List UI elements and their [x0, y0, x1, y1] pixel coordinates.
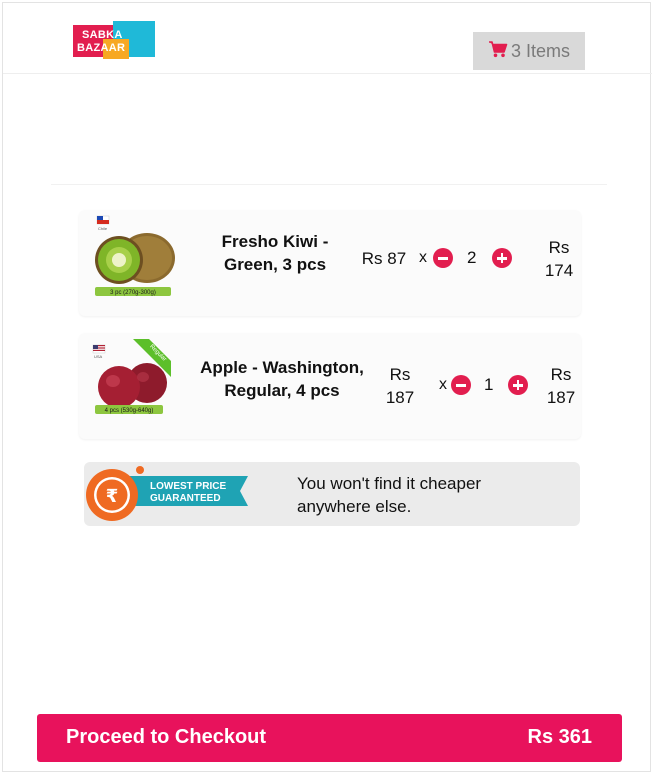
- apple-product-image: USA Regular 4 pcs (530g-640g): [87, 337, 179, 425]
- cart-button[interactable]: 3 Items: [473, 32, 585, 70]
- svg-text:3 pc (270g-300g): 3 pc (270g-300g): [110, 290, 156, 296]
- decrease-quantity-button[interactable]: [451, 375, 471, 395]
- checkout-label: Proceed to Checkout: [66, 726, 267, 748]
- cart-count-label: 3 Items: [510, 40, 571, 61]
- kiwi-product-image: Chile 3 pc (270g-300g): [87, 214, 179, 302]
- unit-price: Rs 187: [385, 365, 415, 407]
- checkout-total: Rs 361: [527, 726, 593, 748]
- minus-icon: [438, 257, 448, 260]
- promo-message: You won't find it cheaper anywhere else.: [297, 474, 482, 516]
- increase-quantity-button[interactable]: [492, 248, 512, 268]
- item-name: Apple - Washington, Regular, 4 pcs: [200, 358, 364, 400]
- svg-text:Chile: Chile: [98, 226, 108, 231]
- lowest-price-badge: LOWEST PRICE GUARANTEED ₹: [86, 466, 248, 521]
- cart-page: SABKA BAZAAR 3 Items Chile 3 pc (270g-30…: [2, 2, 652, 772]
- decrease-quantity-button[interactable]: [433, 248, 453, 268]
- times-symbol: x: [439, 376, 447, 393]
- rupee-icon: ₹: [106, 486, 119, 507]
- times-symbol: x: [419, 249, 427, 266]
- unit-price: Rs 87: [361, 249, 407, 268]
- lowest-price-banner: LOWEST PRICE GUARANTEED ₹ You won't find…: [84, 462, 580, 526]
- cart-item-apple: USA Regular 4 pcs (530g-640g) Apple - Wa…: [79, 333, 581, 439]
- svg-text:GUARANTEED: GUARANTEED: [150, 493, 221, 504]
- minus-icon: [456, 384, 466, 387]
- item-total: Rs 174: [544, 238, 574, 280]
- logo-text-line2: BAZAAR: [77, 42, 126, 54]
- sabka-bazaar-logo[interactable]: SABKA BAZAAR: [73, 21, 157, 61]
- svg-text:USA: USA: [94, 354, 103, 359]
- svg-text:4 pcs (530g-640g): 4 pcs (530g-640g): [105, 408, 154, 414]
- plus-icon: [516, 380, 520, 390]
- item-total: Rs 187: [546, 365, 576, 407]
- plus-icon: [500, 253, 504, 263]
- cart-item-kiwi: Chile 3 pc (270g-300g) Fresho Kiwi - Gre…: [79, 210, 581, 316]
- proceed-to-checkout-button[interactable]: Proceed to Checkout Rs 361: [37, 714, 622, 762]
- header: SABKA BAZAAR 3 Items: [3, 3, 652, 74]
- cart-icon: [488, 40, 511, 63]
- logo-text-line1: SABKA: [82, 29, 123, 41]
- quantity-value: 1: [484, 375, 494, 394]
- item-name: Fresho Kiwi - Green, 3 pcs: [221, 232, 329, 274]
- quantity-value: 2: [467, 248, 477, 267]
- divider: [51, 184, 607, 185]
- svg-text:LOWEST PRICE: LOWEST PRICE: [150, 481, 226, 492]
- increase-quantity-button[interactable]: [508, 375, 528, 395]
